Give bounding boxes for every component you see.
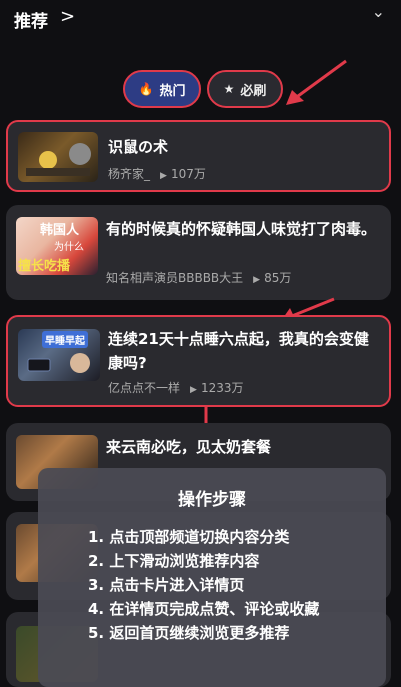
instruction-overlay: 操作步骤 1. 点击顶部频道切换内容分类 2. 上下滑动浏览推荐内容 3. 点击…: [38, 468, 386, 687]
author-name: 杨齐家_: [108, 167, 151, 181]
video-card[interactable]: 韩国人 为什么 擅长吃播 有的时候真的怀疑韩国人味觉打了肉毒。 知名相声演员BB…: [6, 205, 391, 300]
author-name: 知名相声演员BBBBB大王: [106, 271, 244, 285]
chevron-down-icon[interactable]: ⌄: [372, 2, 385, 21]
author-name: 亿点点不一样: [108, 381, 181, 395]
top-bar: 推荐 > ⌄: [0, 0, 401, 40]
video-thumbnail: 韩国人 为什么 擅长吃播: [16, 217, 98, 275]
video-title: 识鼠の术: [108, 138, 169, 156]
channel-tabs: 🔥 热门 ★ 必刷: [123, 70, 283, 110]
play-count: 1233万: [200, 381, 244, 395]
tab-must-watch[interactable]: ★ 必刷: [207, 70, 283, 108]
play-count: 85万: [264, 271, 292, 285]
video-thumbnail: [18, 132, 98, 182]
play-count-icon: ▶: [160, 171, 167, 181]
video-title: 连续21天十点睡六点起，我真的会变健康吗?: [108, 330, 369, 372]
play-count-icon: ▶: [253, 275, 261, 285]
video-title: 来云南必吃，见太奶套餐: [106, 438, 272, 456]
instruction-step: 2. 上下滑动浏览推荐内容: [88, 552, 260, 570]
thumbnail-caption: 韩国人: [40, 223, 80, 238]
instruction-step: 4. 在详情页完成点赞、评论或收藏: [88, 600, 320, 618]
page-title[interactable]: 推荐: [14, 7, 48, 32]
play-count-icon: ▶: [190, 385, 197, 395]
instruction-step: 1. 点击顶部频道切换内容分类: [88, 528, 290, 546]
thumbnail-caption: 为什么: [54, 242, 84, 253]
tab-must-watch-label: 必刷: [240, 83, 267, 99]
annotation-arrow-tabs: [286, 59, 347, 105]
video-card[interactable]: 识鼠の术 杨齐家_ ▶ 107万: [6, 120, 391, 192]
thumbnail-caption: 擅长吃播: [18, 259, 71, 274]
overlay-title: 操作步骤: [178, 490, 246, 510]
video-meta: 杨齐家_ ▶ 107万: [108, 165, 206, 182]
star-icon: ★: [223, 82, 235, 96]
video-thumbnail: 早睡早起: [18, 329, 100, 381]
video-meta: 知名相声演员BBBBB大王 ▶ 85万: [106, 269, 291, 286]
video-card[interactable]: 早睡早起 连续21天十点睡六点起，我真的会变健康吗? 亿点点不一样 ▶ 1233万: [6, 315, 391, 407]
instruction-step: 3. 点击卡片进入详情页: [88, 576, 245, 594]
tab-hot[interactable]: 🔥 热门: [123, 70, 201, 108]
play-count: 107万: [170, 167, 206, 181]
instruction-step: 5. 返回首页继续浏览更多推荐: [88, 624, 290, 642]
video-title: 有的时候真的怀疑韩国人味觉打了肉毒。: [106, 220, 377, 238]
tab-hot-label: 热门: [159, 83, 186, 99]
video-meta: 亿点点不一样 ▶ 1233万: [108, 379, 243, 396]
chevron-right-icon[interactable]: >: [60, 6, 75, 27]
flame-icon: 🔥: [138, 82, 154, 96]
